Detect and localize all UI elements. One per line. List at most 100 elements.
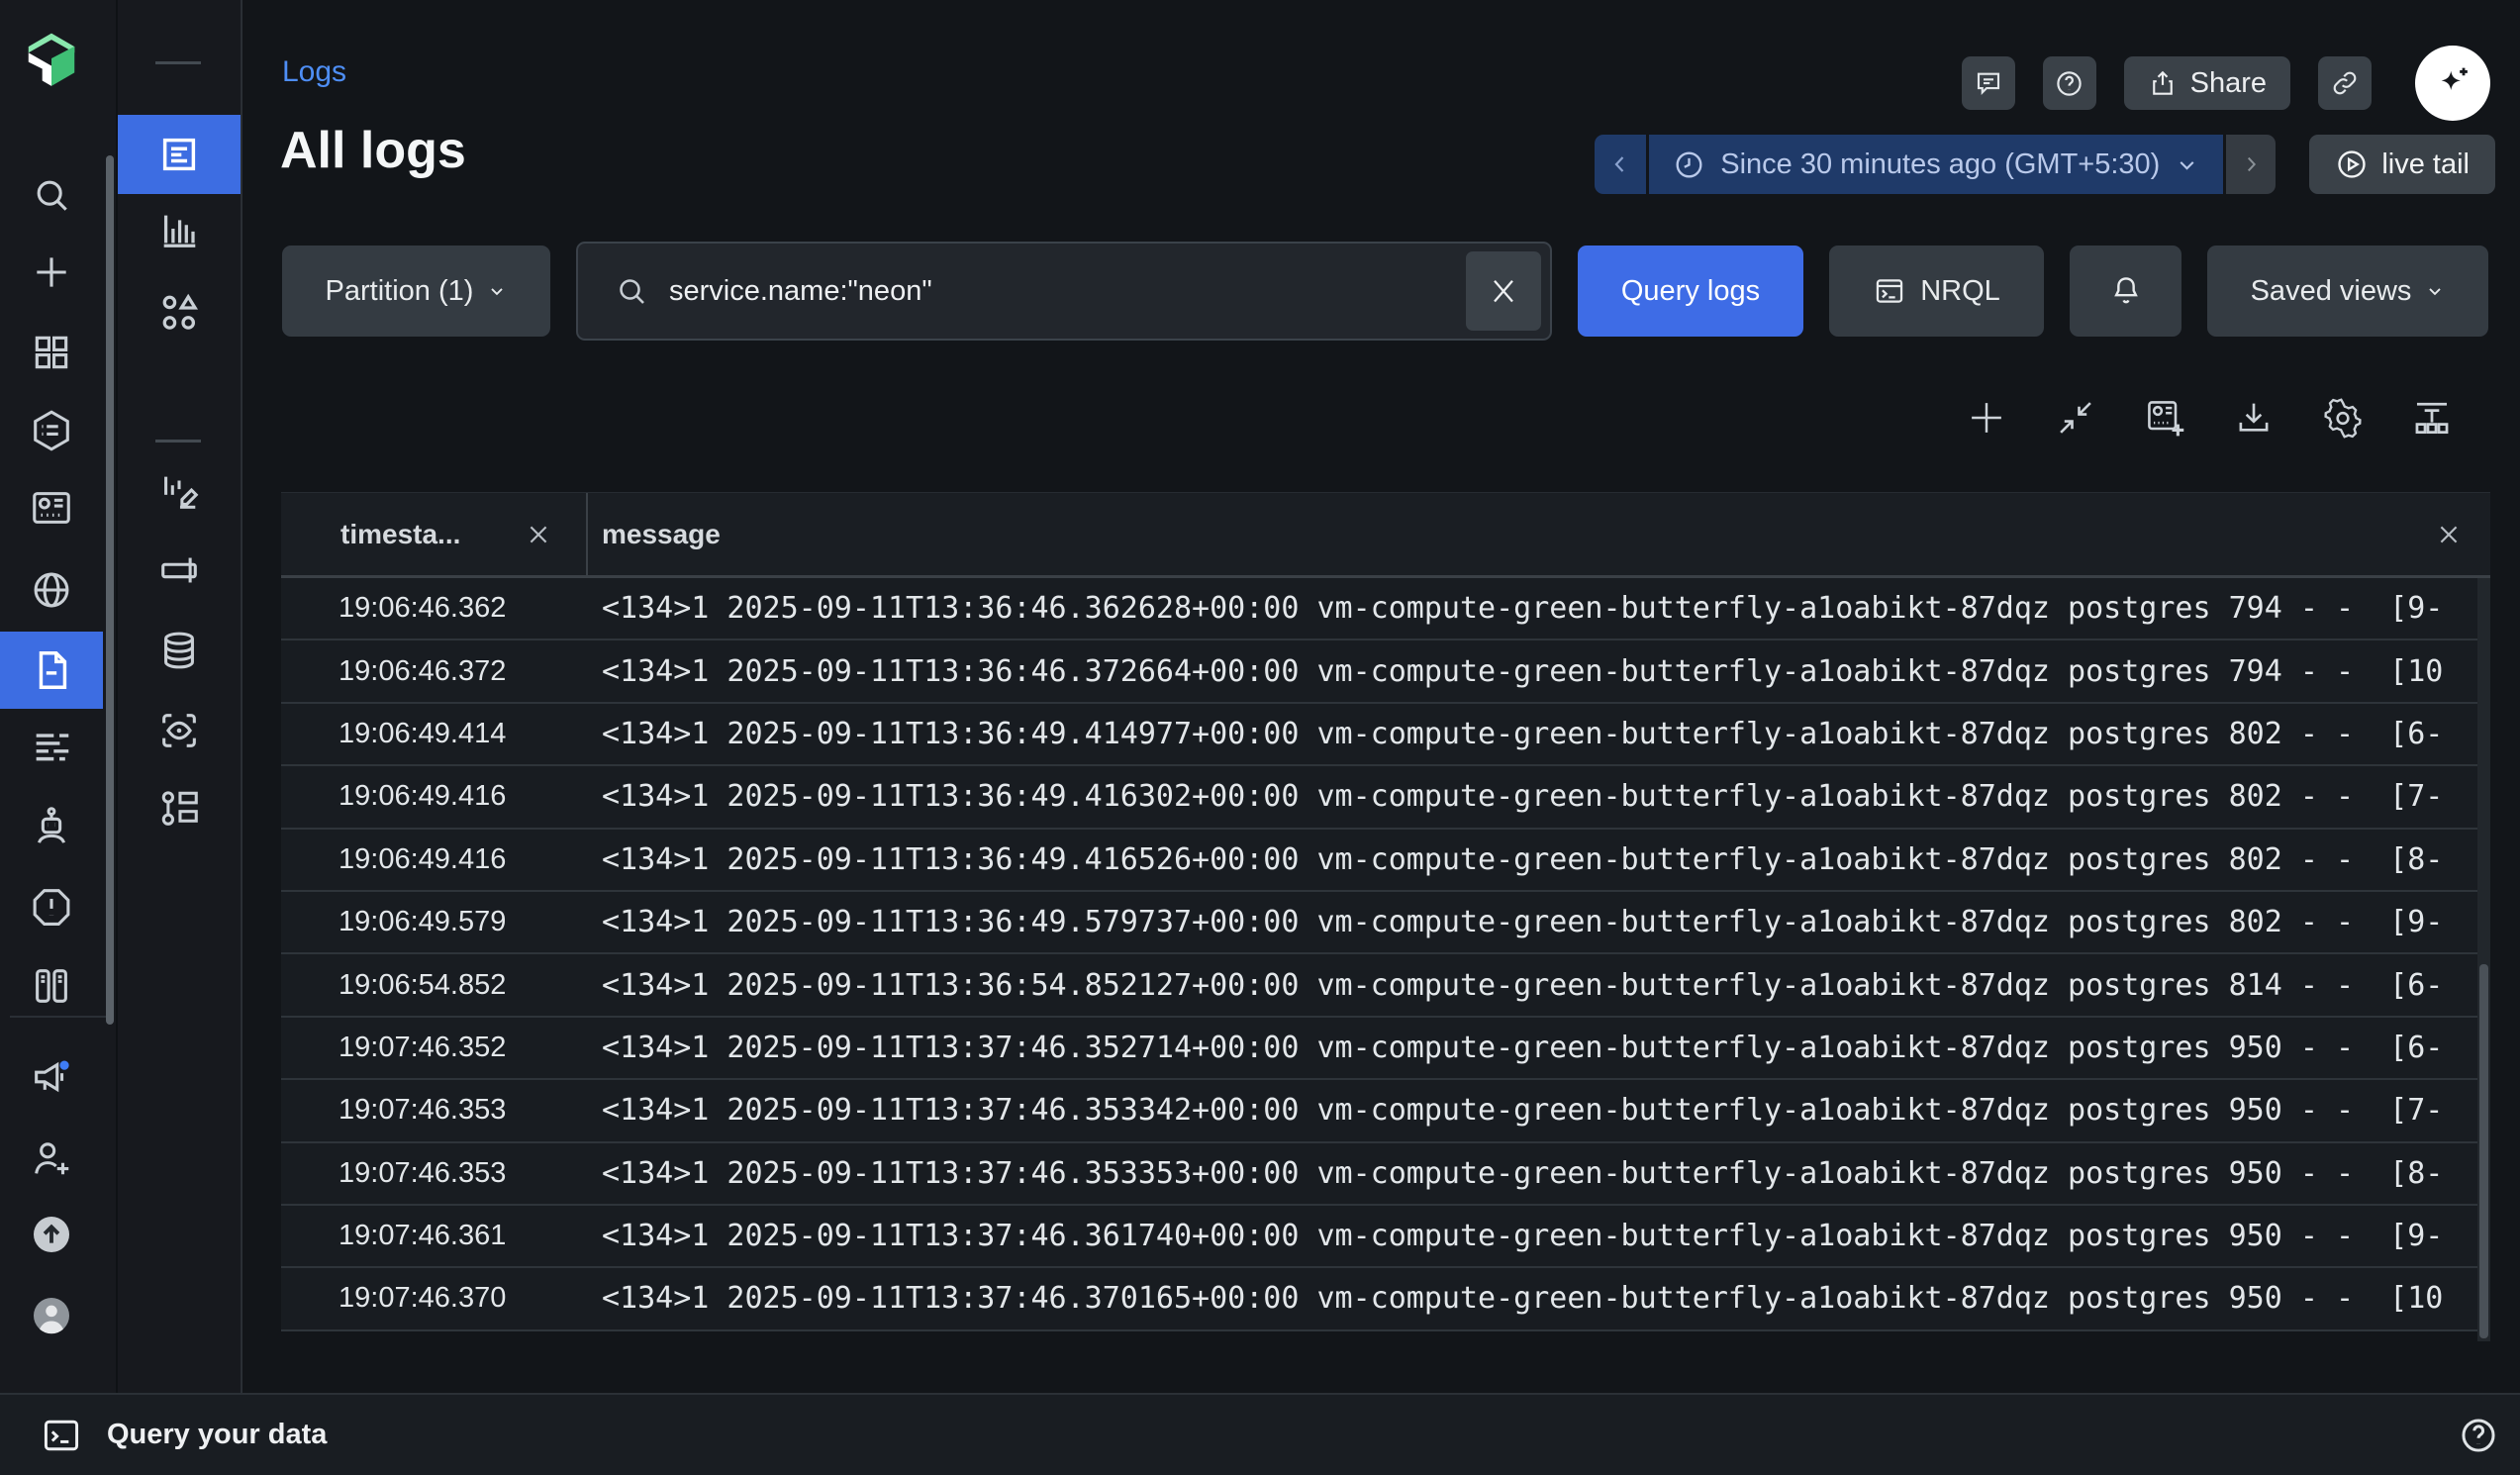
partition-bar-icon	[156, 547, 202, 593]
sidebar-item-search[interactable]	[0, 159, 103, 231]
collapse-icon	[2055, 397, 2096, 439]
alert-octagon-icon	[29, 884, 74, 930]
table-header: timesta... message	[281, 492, 2490, 578]
table-row[interactable]: 19:06:49.416 <134>1 2025-09-11T13:36:49.…	[281, 766, 2490, 829]
column-header-timestamp[interactable]: timesta...	[281, 493, 588, 575]
logs-nav-livetail[interactable]	[118, 455, 241, 527]
time-back-button[interactable]	[1595, 135, 1646, 194]
help-button[interactable]	[2043, 56, 2096, 110]
dashboard-card-icon	[29, 485, 74, 531]
sidebar-item-apps[interactable]	[0, 317, 103, 388]
log-message: <134>1 2025-09-11T13:36:49.414977+00:00 …	[588, 717, 2490, 751]
saved-views-dropdown[interactable]: Saved views	[2207, 246, 2488, 337]
sidebar-item-ai-assistant[interactable]	[0, 791, 103, 862]
table-row[interactable]: 19:07:46.361 <134>1 2025-09-11T13:37:46.…	[281, 1206, 2490, 1268]
log-timestamp: 19:06:49.579	[281, 906, 588, 938]
gear-icon	[2321, 396, 2365, 441]
sidebar-scrollbar-thumb[interactable]	[106, 155, 114, 1025]
table-row[interactable]: 19:06:54.852 <134>1 2025-09-11T13:36:54.…	[281, 954, 2490, 1017]
collapse-view-button[interactable]	[2054, 396, 2097, 440]
logs-nav-patterns[interactable]	[118, 277, 241, 348]
logs-nav-all-logs[interactable]	[118, 115, 241, 194]
logs-nav-attributes[interactable]	[118, 194, 241, 265]
table-row[interactable]: 19:06:49.579 <134>1 2025-09-11T13:36:49.…	[281, 892, 2490, 954]
column-header-message[interactable]: message	[588, 493, 2490, 575]
partition-dropdown[interactable]: Partition (1)	[282, 246, 550, 337]
table-row[interactable]: 19:07:46.352 <134>1 2025-09-11T13:37:46.…	[281, 1018, 2490, 1080]
table-scrollbar[interactable]	[2477, 578, 2490, 1341]
download-icon	[2233, 397, 2275, 439]
search-clear-button[interactable]	[1466, 251, 1541, 331]
sidebar-item-browse[interactable]	[0, 554, 103, 626]
globe-icon	[29, 567, 74, 613]
table-scrollbar-thumb[interactable]	[2479, 964, 2488, 1338]
feedback-button[interactable]	[1962, 56, 2015, 110]
help-icon	[2458, 1415, 2499, 1456]
query-your-data-bar[interactable]: Query your data	[0, 1393, 2520, 1475]
top-actions: Share	[1962, 46, 2490, 121]
remove-message-column-button[interactable]	[2435, 521, 2463, 548]
logs-nav-drop-filters[interactable]	[118, 615, 241, 686]
new-relic-logo[interactable]	[0, 24, 103, 95]
table-row[interactable]: 19:06:49.414 <134>1 2025-09-11T13:36:49.…	[281, 704, 2490, 766]
ai-assistant-button[interactable]	[2415, 46, 2490, 121]
table-row[interactable]: 19:06:46.372 <134>1 2025-09-11T13:36:46.…	[281, 640, 2490, 703]
remove-timestamp-column-button[interactable]	[525, 521, 552, 548]
logs-sidebar-divider	[155, 440, 201, 442]
sidebar-item-entities[interactable]	[0, 395, 103, 466]
footer-help-button[interactable]	[2458, 1415, 2499, 1456]
user-plus-icon	[29, 1135, 74, 1181]
traces-lines-icon	[29, 724, 74, 769]
logs-nav-data-partitions[interactable]	[118, 535, 241, 606]
sidebar-item-upgrade[interactable]	[0, 1199, 103, 1270]
search-icon	[30, 173, 73, 217]
sidebar-item-logs[interactable]	[0, 632, 103, 709]
table-row[interactable]: 19:07:46.353 <134>1 2025-09-11T13:37:46.…	[281, 1080, 2490, 1142]
table-row[interactable]: 19:07:46.370 <134>1 2025-09-11T13:37:46.…	[281, 1268, 2490, 1330]
share-button[interactable]: Share	[2124, 56, 2290, 110]
sidebar-item-announcements[interactable]	[0, 1041, 103, 1113]
log-message: <134>1 2025-09-11T13:37:46.352714+00:00 …	[588, 1031, 2490, 1065]
log-message: <134>1 2025-09-11T13:36:46.372664+00:00 …	[588, 654, 2490, 689]
breadcrumb-logs[interactable]: Logs	[282, 55, 346, 89]
copy-link-button[interactable]	[2318, 56, 2372, 110]
sidebar-item-traces[interactable]	[0, 711, 103, 782]
sidebar-item-dashboards[interactable]	[0, 472, 103, 543]
user-avatar[interactable]	[0, 1280, 103, 1351]
table-row[interactable]: 19:06:46.362 <134>1 2025-09-11T13:36:46.…	[281, 578, 2490, 640]
live-tail-button[interactable]: live tail	[2309, 135, 2495, 194]
log-timestamp: 19:07:46.353	[281, 1094, 588, 1127]
time-forward-button[interactable]	[2226, 135, 2276, 194]
chevron-down-icon	[2425, 281, 2445, 301]
download-button[interactable]	[2232, 396, 2276, 440]
search-input[interactable]	[669, 275, 1441, 308]
logs-nav-parsing[interactable]	[118, 773, 241, 844]
share-icon	[2148, 68, 2178, 98]
table-row[interactable]: 19:06:49.416 <134>1 2025-09-11T13:36:49.…	[281, 830, 2490, 892]
time-range-picker[interactable]: Since 30 minutes ago (GMT+5:30)	[1649, 135, 2223, 194]
log-timestamp: 19:07:46.352	[281, 1032, 588, 1064]
alert-condition-button[interactable]	[2070, 246, 2181, 337]
sidebar-item-infrastructure[interactable]	[0, 950, 103, 1022]
table-row[interactable]: 19:07:46.353 <134>1 2025-09-11T13:37:46.…	[281, 1143, 2490, 1206]
log-message: <134>1 2025-09-11T13:37:46.370165+00:00 …	[588, 1281, 2490, 1316]
megaphone-icon	[29, 1054, 74, 1100]
add-column-button[interactable]	[1965, 396, 2008, 440]
chevron-down-icon	[487, 281, 507, 301]
sidebar-item-alerts[interactable]	[0, 871, 103, 942]
chevron-right-icon	[2240, 153, 2262, 175]
log-message: <134>1 2025-09-11T13:37:46.353353+00:00 …	[588, 1156, 2490, 1191]
nrql-button[interactable]: NRQL	[1829, 246, 2044, 337]
time-range-label: Since 30 minutes ago (GMT+5:30)	[1720, 148, 2160, 181]
sidebar-item-add[interactable]	[0, 237, 103, 308]
logs-nav-obfuscation[interactable]	[118, 695, 241, 766]
live-tail-label: live tail	[2381, 148, 2470, 181]
sidebar-item-invite-user[interactable]	[0, 1123, 103, 1194]
plus-icon	[30, 250, 73, 294]
settings-button[interactable]	[2321, 396, 2365, 440]
group-columns-button[interactable]	[2410, 396, 2454, 440]
bell-icon	[2108, 273, 2144, 309]
query-logs-button[interactable]: Query logs	[1578, 246, 1803, 337]
search-icon	[614, 273, 649, 309]
add-to-dashboard-button[interactable]	[2143, 396, 2186, 440]
